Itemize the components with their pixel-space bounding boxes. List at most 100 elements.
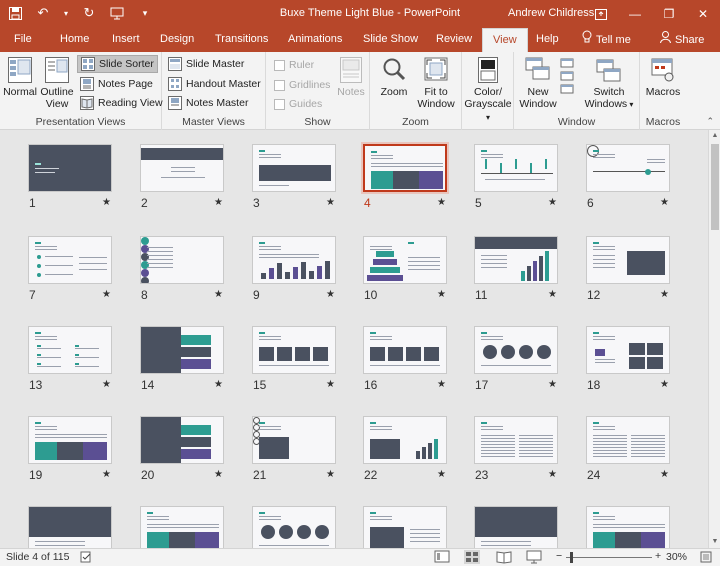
slide-thumbnail[interactable] [474,326,558,374]
ribbon-display-options-icon[interactable] [584,0,618,28]
minimize-icon[interactable]: — [618,0,652,28]
transition-star-icon[interactable]: ★ [548,289,557,300]
slide-thumbnail[interactable] [28,506,112,548]
zoom-in-icon[interactable]: + [655,550,661,562]
undo-icon[interactable]: ↶ [34,4,52,22]
slide-thumbnail[interactable] [363,416,447,464]
transition-star-icon[interactable]: ★ [102,197,111,208]
tab-help[interactable]: Help [536,28,559,52]
slide-show-status-icon[interactable] [526,550,542,564]
transition-star-icon[interactable]: ★ [548,197,557,208]
slide-thumbnail[interactable] [586,416,670,464]
normal-view-button[interactable]: Normal [2,56,38,98]
zoom-level[interactable]: 30% [666,551,687,563]
slide-thumbnail[interactable] [252,416,336,464]
slide-thumbnail[interactable] [28,416,112,464]
switch-windows-button[interactable]: Switch Windows [580,56,638,111]
slide-thumbnail[interactable] [363,236,447,284]
color-grayscale-button[interactable]: Color/ Grayscale [464,56,512,124]
transition-star-icon[interactable]: ★ [102,469,111,480]
gridlines-checkbox[interactable]: Gridlines [274,76,330,94]
notes-master-button[interactable]: Notes Master [168,94,248,112]
outline-view-button[interactable]: Outline View [38,56,76,110]
transition-star-icon[interactable]: ★ [548,379,557,390]
transition-star-icon[interactable]: ★ [326,289,335,300]
restore-icon[interactable]: ❐ [652,0,686,28]
save-icon[interactable] [6,4,24,22]
notes-button[interactable]: Notes [336,56,366,98]
tab-insert[interactable]: Insert [112,28,140,52]
transition-star-icon[interactable]: ★ [437,289,446,300]
transition-star-icon[interactable]: ★ [437,379,446,390]
slide-thumbnail[interactable] [474,144,558,192]
transition-star-icon[interactable]: ★ [548,469,557,480]
zoom-slider-knob[interactable] [570,552,573,563]
arrange-icons[interactable] [560,58,574,101]
transition-star-icon[interactable]: ★ [326,379,335,390]
scroll-down-icon[interactable]: ▼ [709,536,720,548]
present-from-start-icon[interactable] [108,4,126,22]
transition-star-icon[interactable]: ★ [214,469,223,480]
transition-star-icon[interactable]: ★ [660,469,669,480]
notes-page-button[interactable]: Notes Page [80,75,153,93]
tell-me-box[interactable]: Tell me [582,28,631,52]
transition-star-icon[interactable]: ★ [660,289,669,300]
reading-view-status-icon[interactable] [496,550,512,564]
tab-review[interactable]: Review [436,28,472,52]
scroll-up-icon[interactable]: ▲ [709,130,720,142]
transition-star-icon[interactable]: ★ [326,197,335,208]
slide-thumbnail[interactable] [140,506,224,548]
slide-thumbnail[interactable] [28,326,112,374]
vertical-scrollbar[interactable]: ▲ ▼ [708,130,720,548]
slide-thumbnail[interactable] [474,416,558,464]
transition-star-icon[interactable]: ★ [102,289,111,300]
share-button[interactable]: Share [660,28,704,52]
transition-star-icon[interactable]: ★ [437,469,446,480]
slide-thumbnail[interactable] [140,236,224,284]
transition-star-icon[interactable]: ★ [214,379,223,390]
close-icon[interactable]: ✕ [686,0,720,28]
slide-thumbnail[interactable] [474,236,558,284]
transition-star-icon[interactable]: ★ [437,197,446,208]
slide-sorter-button[interactable]: Slide Sorter [77,55,158,73]
slide-thumbnail[interactable] [586,326,670,374]
tab-view[interactable]: View [482,28,528,52]
slide-thumbnail[interactable] [140,144,224,192]
fit-to-window-button[interactable]: Fit to Window [414,56,458,110]
slide-thumbnail[interactable] [252,236,336,284]
scrollbar-thumb[interactable] [711,144,719,230]
slide-thumbnail[interactable] [586,236,670,284]
normal-view-status-icon[interactable] [434,550,450,564]
zoom-slider[interactable] [566,557,652,558]
slide-sorter-pane[interactable]: 1 ★ 2 ★ 3 ★ 4 ★ 5 ★ 6 ★ 7 ★ 8 ★ 9 ★ 10 ★ 11 ★ 12 ★ 13 ★ 14 ★ 15 ★ 16 ★ 1… [0,130,708,548]
slide-sorter-status-icon[interactable] [464,550,480,564]
slide-thumbnail[interactable] [363,144,447,192]
slide-thumbnail[interactable] [586,144,670,192]
transition-star-icon[interactable]: ★ [214,289,223,300]
slide-thumbnail[interactable] [140,326,224,374]
zoom-button[interactable]: Zoom [376,56,412,98]
redo-icon[interactable]: ↻ [80,4,98,22]
transition-star-icon[interactable]: ★ [214,197,223,208]
fit-slide-icon[interactable] [700,551,712,566]
transition-star-icon[interactable]: ★ [660,197,669,208]
ruler-checkbox[interactable]: Ruler [274,56,314,74]
slide-thumbnail[interactable] [28,144,112,192]
transition-star-icon[interactable]: ★ [660,379,669,390]
tab-design[interactable]: Design [160,28,194,52]
tab-slide-show[interactable]: Slide Show [363,28,418,52]
transition-star-icon[interactable]: ★ [102,379,111,390]
user-name[interactable]: Andrew Childress [508,7,594,19]
zoom-out-icon[interactable]: − [556,550,562,562]
slide-thumbnail[interactable] [140,416,224,464]
tab-file[interactable]: File [14,28,32,52]
transition-star-icon[interactable]: ★ [326,469,335,480]
tab-home[interactable]: Home [60,28,89,52]
spellcheck-icon[interactable] [80,551,92,563]
collapse-ribbon-icon[interactable]: ⌃ [706,116,714,127]
slide-thumbnail[interactable] [252,506,336,548]
macros-button[interactable]: Macros [642,56,684,98]
guides-checkbox[interactable]: Guides [274,95,322,113]
handout-master-button[interactable]: Handout Master [168,75,261,93]
tab-transitions[interactable]: Transitions [215,28,268,52]
